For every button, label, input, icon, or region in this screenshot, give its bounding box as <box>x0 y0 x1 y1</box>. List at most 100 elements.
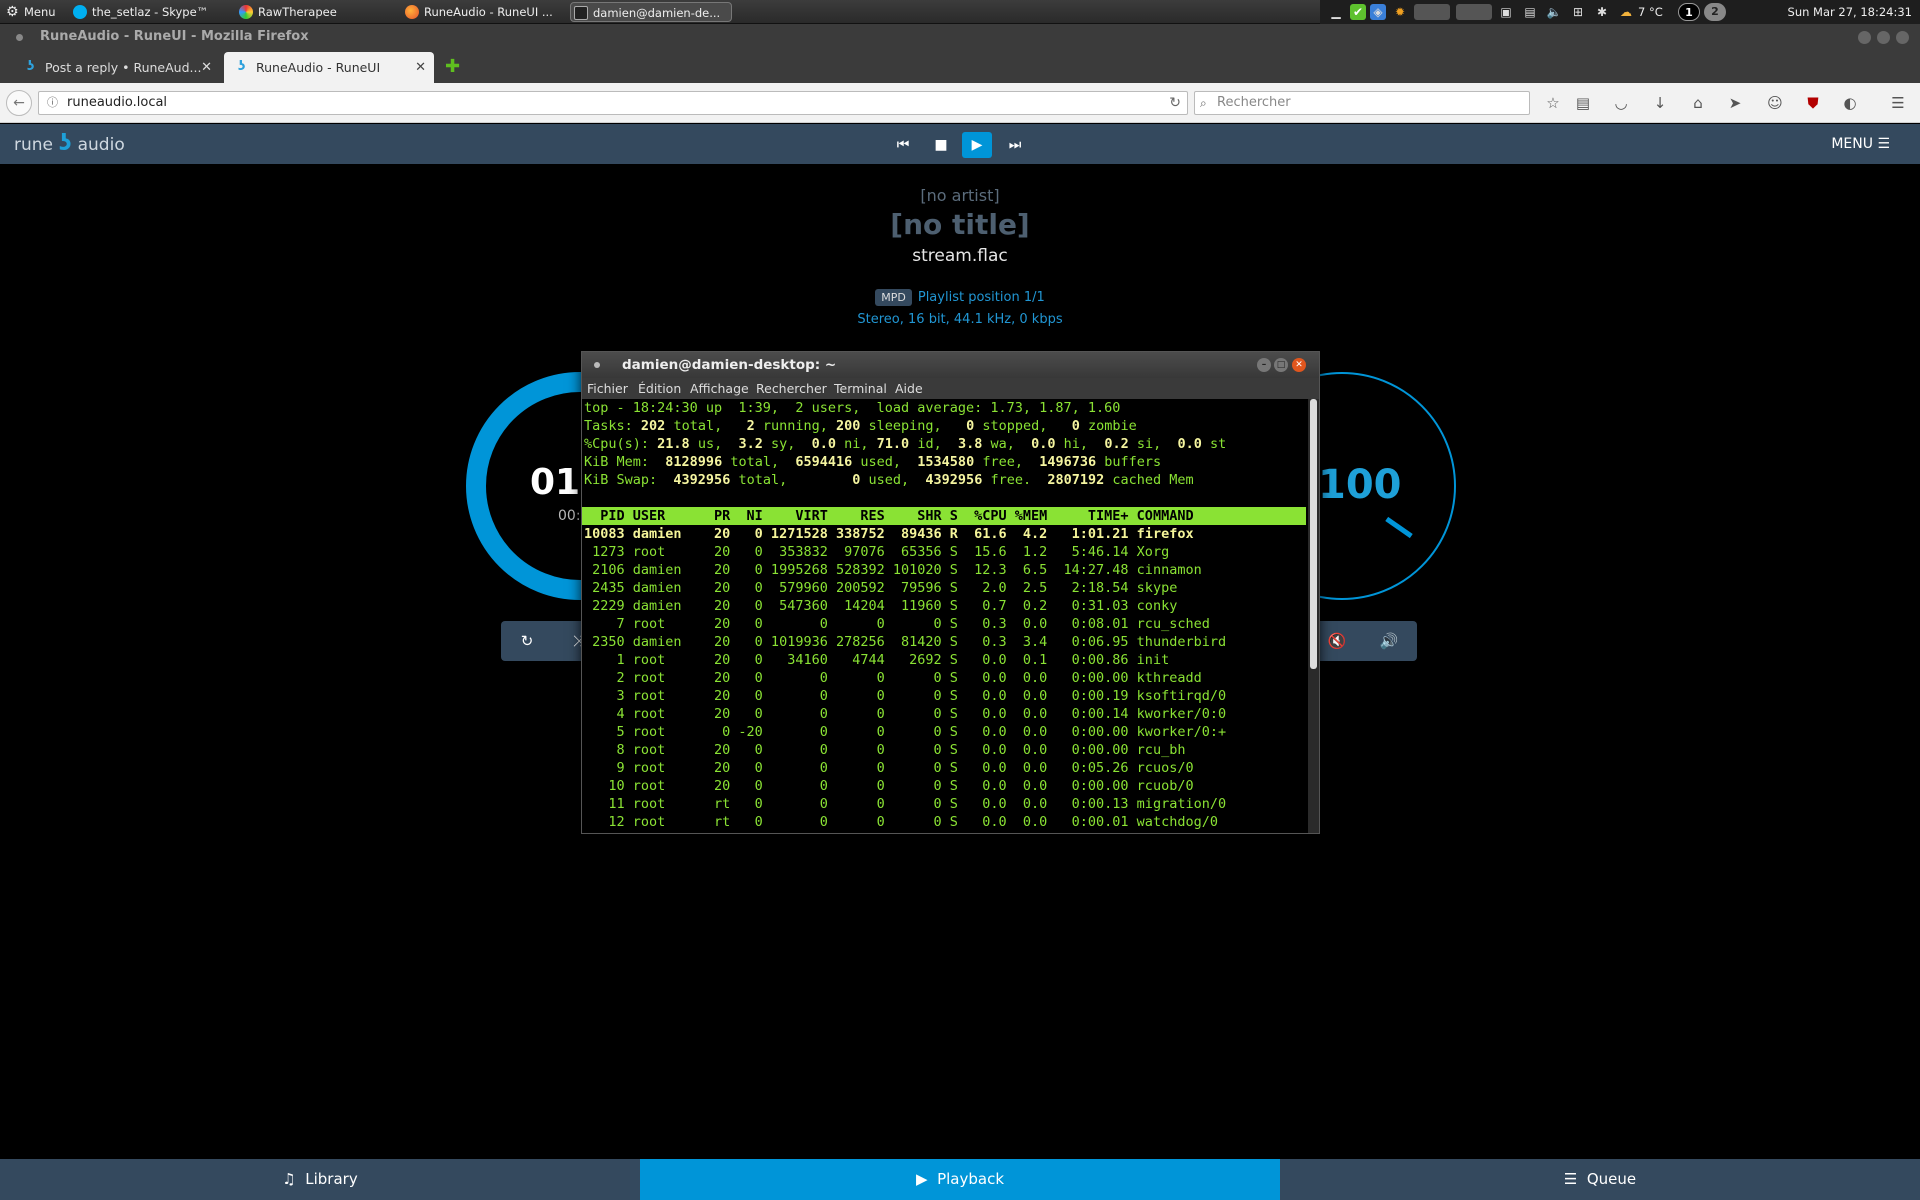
process-row: 3 root 20 0 0 0 0 S 0.0 0.0 0:00.19 ksof… <box>584 688 1227 704</box>
repeat-icon[interactable]: ↻ <box>509 621 545 661</box>
stop-button[interactable]: ■ <box>926 132 956 158</box>
back-arrow-icon[interactable]: ← <box>6 90 32 116</box>
taskbar-item-skype[interactable]: the_setlaz - Skype™ <box>70 2 210 22</box>
rune-logo-icon: ʖ <box>59 131 72 156</box>
terminal-window-menu-icon[interactable] <box>594 362 600 368</box>
song-title: [no title] <box>890 208 1030 241</box>
terminal-minimize-icon[interactable]: – <box>1257 358 1271 372</box>
taskbar-item-rawtherapee[interactable]: RawTherapee <box>236 2 366 22</box>
menu-affichage[interactable]: Affichage <box>690 378 749 399</box>
process-row: 10083 damien 20 0 1271528 338752 89436 R… <box>584 526 1194 542</box>
terminal-scrollbar[interactable] <box>1308 399 1319 833</box>
menu-edition[interactable]: Édition <box>638 378 681 399</box>
process-row: 1273 root 20 0 353832 97076 65356 S 15.6… <box>584 544 1170 560</box>
network-icon[interactable]: ⊞ <box>1570 4 1586 20</box>
nav-playback[interactable]: ▶ Playback <box>640 1159 1280 1200</box>
ublock-icon[interactable]: ⛊ <box>1803 93 1823 113</box>
pocket-icon[interactable]: ◡ <box>1611 93 1631 113</box>
hamburger-menu-icon[interactable]: ☰ <box>1888 93 1908 113</box>
process-row: 2106 damien 20 0 1995268 528392 101020 S… <box>584 562 1202 578</box>
info-icon[interactable]: ⓘ <box>47 92 58 114</box>
nav-library-label: Library <box>305 1170 358 1188</box>
next-track-button[interactable]: ⏭ <box>1000 132 1030 158</box>
previous-track-button[interactable]: ⏮ <box>888 132 918 158</box>
rawtherapee-icon <box>239 5 253 19</box>
system-panel: ⚙ Menu the_setlaz - Skype™ RawTherapee R… <box>0 0 1920 24</box>
window-menu-icon[interactable] <box>16 34 23 41</box>
process-row: 4 root 20 0 0 0 0 S 0.0 0.0 0:00.14 kwor… <box>584 706 1227 722</box>
extension-icon[interactable]: ◐ <box>1840 93 1860 113</box>
chat-icon[interactable]: ☺ <box>1765 93 1785 113</box>
cpu-graph-icon <box>1414 4 1450 20</box>
rune-menu-button[interactable]: MENU ☰ <box>1831 124 1890 164</box>
dropbox-icon[interactable]: ◈ <box>1370 4 1386 20</box>
browser-title-bar: RuneAudio - RuneUI - Mozilla Firefox <box>0 24 1920 50</box>
taskbar-item-label: the_setlaz - Skype™ <box>92 5 209 19</box>
check-icon[interactable]: ✔ <box>1350 4 1366 20</box>
menu-rechercher[interactable]: Rechercher <box>756 378 827 399</box>
workspace-1-button[interactable]: 1 <box>1678 3 1700 21</box>
source-badge: MPD <box>875 289 912 306</box>
bookmark-star-icon[interactable]: ☆ <box>1543 93 1563 113</box>
rune-logo[interactable]: rune ʖ audio <box>14 131 125 158</box>
volume-mute-icon[interactable]: 🔇 <box>1319 621 1355 661</box>
close-tab-icon[interactable]: ✕ <box>415 52 426 83</box>
close-icon[interactable] <box>1896 31 1909 44</box>
home-icon[interactable]: ⌂ <box>1688 93 1708 113</box>
terminal-maximize-icon[interactable]: □ <box>1274 358 1288 372</box>
process-row: 12 root rt 0 0 0 0 S 0.0 0.0 0:00.01 wat… <box>584 814 1218 830</box>
search-input[interactable]: ⌕ Rechercher <box>1194 91 1530 115</box>
bottom-navigation: ♫ Library ▶ Playback ☰ Queue <box>0 1159 1920 1200</box>
settings-icon[interactable]: ✱ <box>1594 4 1610 20</box>
play-icon: ▶ <box>915 1170 928 1188</box>
navigation-bar: ← ⓘ runeaudio.local ↻ ⌕ Rechercher ☆ ▤ ◡… <box>0 83 1920 123</box>
clock[interactable]: Sun Mar 27, 18:24:31 <box>1788 0 1912 24</box>
reload-icon[interactable]: ↻ <box>1169 92 1181 114</box>
system-tray: ▁ ✔ ◈ ✹ ▣ ▤ 🔈 ⊞ ✱ ☁ 7 °C 1 2 Sun Mar 27,… <box>1320 0 1920 24</box>
process-row: 11 root rt 0 0 0 0 S 0.0 0.0 0:00.13 mig… <box>584 796 1227 812</box>
logo-text-left: rune <box>14 135 53 155</box>
nav-library[interactable]: ♫ Library <box>0 1159 640 1200</box>
tab-runeaudio[interactable]: ʖ RuneAudio - RuneUI ✕ <box>224 52 434 83</box>
scrollbar-thumb[interactable] <box>1310 399 1317 669</box>
reader-list-icon[interactable]: ▤ <box>1573 93 1593 113</box>
hamburger-icon: ☰ <box>1877 136 1890 152</box>
skype-icon <box>73 5 87 19</box>
menu-fichier[interactable]: Fichier <box>587 378 628 399</box>
terminal-window[interactable]: damien@damien-desktop: ~ – □ ✕ Fichier É… <box>581 351 1320 834</box>
menu-aide[interactable]: Aide <box>895 378 923 399</box>
speaker-icon[interactable]: 🔈 <box>1546 4 1562 20</box>
window-title: RuneAudio - RuneUI - Mozilla Firefox <box>40 29 309 44</box>
camera-icon[interactable]: ▤ <box>1522 4 1538 20</box>
firefox-icon <box>405 5 419 19</box>
process-row: 2 root 20 0 0 0 0 S 0.0 0.0 0:00.00 kthr… <box>584 670 1202 686</box>
sun-icon[interactable]: ✹ <box>1392 4 1408 20</box>
terminal-title-bar[interactable]: damien@damien-desktop: ~ – □ ✕ <box>582 352 1319 378</box>
monitor-icon[interactable]: ▣ <box>1498 4 1514 20</box>
menu-terminal[interactable]: Terminal <box>834 378 887 399</box>
workspace-2-button[interactable]: 2 <box>1704 3 1726 21</box>
tab-post-reply[interactable]: ʖ Post a reply • RuneAud... ✕ <box>0 52 220 83</box>
url-bar[interactable]: ⓘ runeaudio.local ↻ <box>38 91 1188 115</box>
download-icon[interactable]: ↓ <box>1650 93 1670 113</box>
minimize-icon[interactable] <box>1858 31 1871 44</box>
playlist-position: Playlist position 1/1 <box>917 290 1045 305</box>
play-button[interactable]: ▶ <box>962 132 992 158</box>
system-menu-button[interactable]: ⚙ Menu <box>6 2 56 22</box>
gear-icon: ⚙ <box>6 4 19 20</box>
top-mem-line: KiB Mem: 8128996 total, 6594416 used, 15… <box>584 454 1162 470</box>
taskbar-item-firefox[interactable]: RuneAudio - RuneUI ... <box>402 2 552 22</box>
taskbar-item-terminal[interactable]: damien@damien-de... <box>570 2 732 22</box>
terminal-close-icon[interactable]: ✕ <box>1292 358 1306 372</box>
terminal-icon <box>574 6 588 20</box>
taskbar-item-label: RawTherapee <box>258 5 337 19</box>
tab-label: Post a reply • RuneAud... <box>45 60 202 75</box>
send-icon[interactable]: ➤ <box>1725 93 1745 113</box>
close-tab-icon[interactable]: ✕ <box>201 52 212 83</box>
new-tab-icon[interactable]: ✚ <box>445 58 460 76</box>
maximize-icon[interactable] <box>1877 31 1890 44</box>
volume-up-icon[interactable]: 🔊 <box>1371 621 1407 661</box>
nav-queue[interactable]: ☰ Queue <box>1280 1159 1920 1200</box>
terminal-output[interactable]: top - 18:24:30 up 1:39, 2 users, load av… <box>582 399 1308 833</box>
window-list-icon[interactable]: ▁ <box>1328 4 1344 20</box>
